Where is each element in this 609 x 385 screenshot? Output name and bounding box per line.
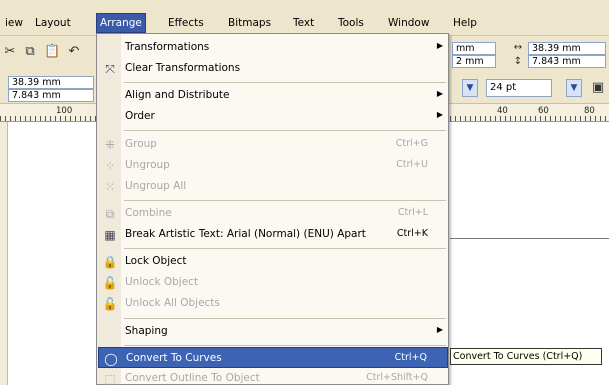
copy-icon[interactable]: ⧉ — [22, 44, 38, 60]
submenu-arrow-icon: ▶ — [436, 41, 443, 50]
ungroup-all-icon: ⁙ — [104, 180, 116, 194]
menu-bar: iew Layout Arrange Effects Bitmaps Text … — [0, 0, 609, 36]
menu-item-clear-transformations[interactable]: ⤧ Clear Transformations — [98, 58, 448, 79]
menu-item-label: Clear Transformations — [125, 62, 241, 74]
paste-icon[interactable]: 📋 — [44, 44, 60, 60]
x-position-field[interactable]: 38.39 mm — [8, 76, 94, 89]
object-size-w-field[interactable]: mm — [452, 42, 496, 55]
menu-item-shortcut: Ctrl+U — [396, 159, 428, 170]
menu-item-label: Unlock Object — [125, 276, 199, 288]
menu-item-label: Break Artistic Text: Arial (Normal) (ENU… — [125, 228, 366, 240]
menu-item-unlock-object[interactable]: 🔓 Unlock Object — [98, 272, 448, 293]
font-size-dropdown-button[interactable]: ▼ — [566, 79, 582, 97]
submenu-arrow-icon: ▶ — [436, 110, 443, 119]
group-icon: ⁜ — [104, 138, 116, 152]
menu-item-order[interactable]: Order ▶ — [98, 106, 448, 127]
menu-bitmaps[interactable]: Bitmaps — [225, 14, 274, 32]
menu-item-shortcut: Ctrl+Q — [394, 352, 427, 363]
undo-icon[interactable]: ↶ — [66, 44, 82, 60]
menu-item-shortcut: Ctrl+Shift+Q — [366, 372, 428, 383]
width-field[interactable]: 38.39 mm — [528, 42, 606, 55]
menu-help[interactable]: Help — [450, 14, 480, 32]
menu-item-label: Transformations — [125, 41, 210, 53]
menu-item-label: Shaping — [125, 325, 168, 337]
menu-item-shortcut: Ctrl+L — [397, 207, 428, 218]
menu-view[interactable]: iew — [2, 14, 26, 32]
convert-outline-icon: ⬚ — [104, 372, 116, 385]
menu-item-label: Unlock All Objects — [125, 297, 220, 309]
menu-item-label: Convert Outline To Object — [125, 372, 260, 384]
menu-item-align-distribute[interactable]: Align and Distribute ▶ — [98, 85, 448, 106]
menu-item-unlock-all-objects[interactable]: 🔓 Unlock All Objects — [98, 293, 448, 314]
menu-item-group[interactable]: ⁜ Group Ctrl+G — [98, 134, 448, 155]
lock-icon: 🔒 — [102, 255, 118, 269]
submenu-arrow-icon: ▶ — [436, 89, 443, 98]
menu-item-label: Group — [125, 138, 157, 150]
clear-transform-icon: ⤧ — [105, 62, 115, 76]
menu-separator — [124, 248, 446, 249]
menu-window[interactable]: Window — [385, 14, 432, 32]
ruler-label: 80 — [584, 106, 595, 116]
menu-separator — [124, 82, 446, 83]
font-size-field[interactable]: 24 pt — [486, 79, 552, 97]
menu-item-label: Convert To Curves — [126, 352, 222, 364]
menu-arrange[interactable]: Arrange — [96, 13, 146, 33]
menu-item-combine[interactable]: ⧉ Combine Ctrl+L — [98, 203, 448, 224]
ruler-label: 100 — [56, 106, 73, 116]
bold-icon[interactable]: ▣ — [590, 80, 606, 96]
menu-separator — [124, 130, 446, 131]
menu-separator — [124, 318, 446, 319]
y-position-field[interactable]: 7.843 mm — [8, 89, 94, 102]
cut-icon[interactable]: ✂ — [2, 44, 18, 60]
tooltip: Convert To Curves (Ctrl+Q) — [450, 348, 602, 365]
menu-item-shortcut: Ctrl+K — [396, 228, 428, 239]
menu-item-lock-object[interactable]: 🔒 Lock Object — [98, 251, 448, 272]
arrange-menu: Transformations ▶ ⤧ Clear Transformation… — [96, 33, 449, 385]
menu-item-ungroup[interactable]: ⁘ Ungroup Ctrl+U — [98, 155, 448, 176]
unlock-all-icon: 🔓 — [102, 297, 118, 311]
menu-item-label: Align and Distribute — [125, 89, 230, 101]
convert-curves-icon: ◯ — [104, 352, 118, 366]
menu-item-shortcut: Ctrl+G — [395, 138, 428, 149]
menu-item-convert-outline[interactable]: ⬚ Convert Outline To Object Ctrl+Shift+Q — [98, 368, 448, 385]
menu-separator — [124, 345, 446, 346]
menu-item-label: Lock Object — [125, 255, 187, 267]
menu-item-convert-to-curves[interactable]: ◯ Convert To Curves Ctrl+Q — [98, 347, 448, 368]
height-field[interactable]: 7.843 mm — [528, 55, 606, 68]
break-apart-icon: ▦ — [104, 228, 116, 242]
menu-layout[interactable]: Layout — [32, 14, 74, 32]
combine-icon: ⧉ — [105, 207, 115, 221]
unlock-icon: 🔓 — [102, 276, 118, 290]
object-size-h-field[interactable]: 2 mm — [452, 55, 496, 68]
menu-item-label: Ungroup All — [125, 180, 187, 192]
canvas-guide-line — [450, 238, 609, 239]
font-dropdown-button[interactable]: ▼ — [462, 79, 478, 97]
ruler-label: 40 — [497, 106, 508, 116]
menu-item-label: Order — [125, 110, 155, 122]
menu-item-ungroup-all[interactable]: ⁙ Ungroup All — [98, 176, 448, 197]
menu-item-label: Ungroup — [125, 159, 170, 171]
menu-tools[interactable]: Tools — [335, 14, 367, 32]
height-icon: ↕ — [513, 56, 523, 67]
menu-item-label: Combine — [125, 207, 172, 219]
ruler-label: 60 — [538, 106, 549, 116]
menu-text[interactable]: Text — [290, 14, 317, 32]
menu-effects[interactable]: Effects — [165, 14, 207, 32]
menu-item-shaping[interactable]: Shaping ▶ — [98, 321, 448, 342]
menu-item-break-apart[interactable]: ▦ Break Artistic Text: Arial (Normal) (E… — [98, 224, 448, 245]
submenu-arrow-icon: ▶ — [436, 325, 443, 334]
menu-item-transformations[interactable]: Transformations ▶ — [98, 37, 448, 58]
vertical-ruler — [0, 122, 8, 385]
menu-separator — [124, 200, 446, 201]
ungroup-icon: ⁘ — [104, 159, 116, 173]
